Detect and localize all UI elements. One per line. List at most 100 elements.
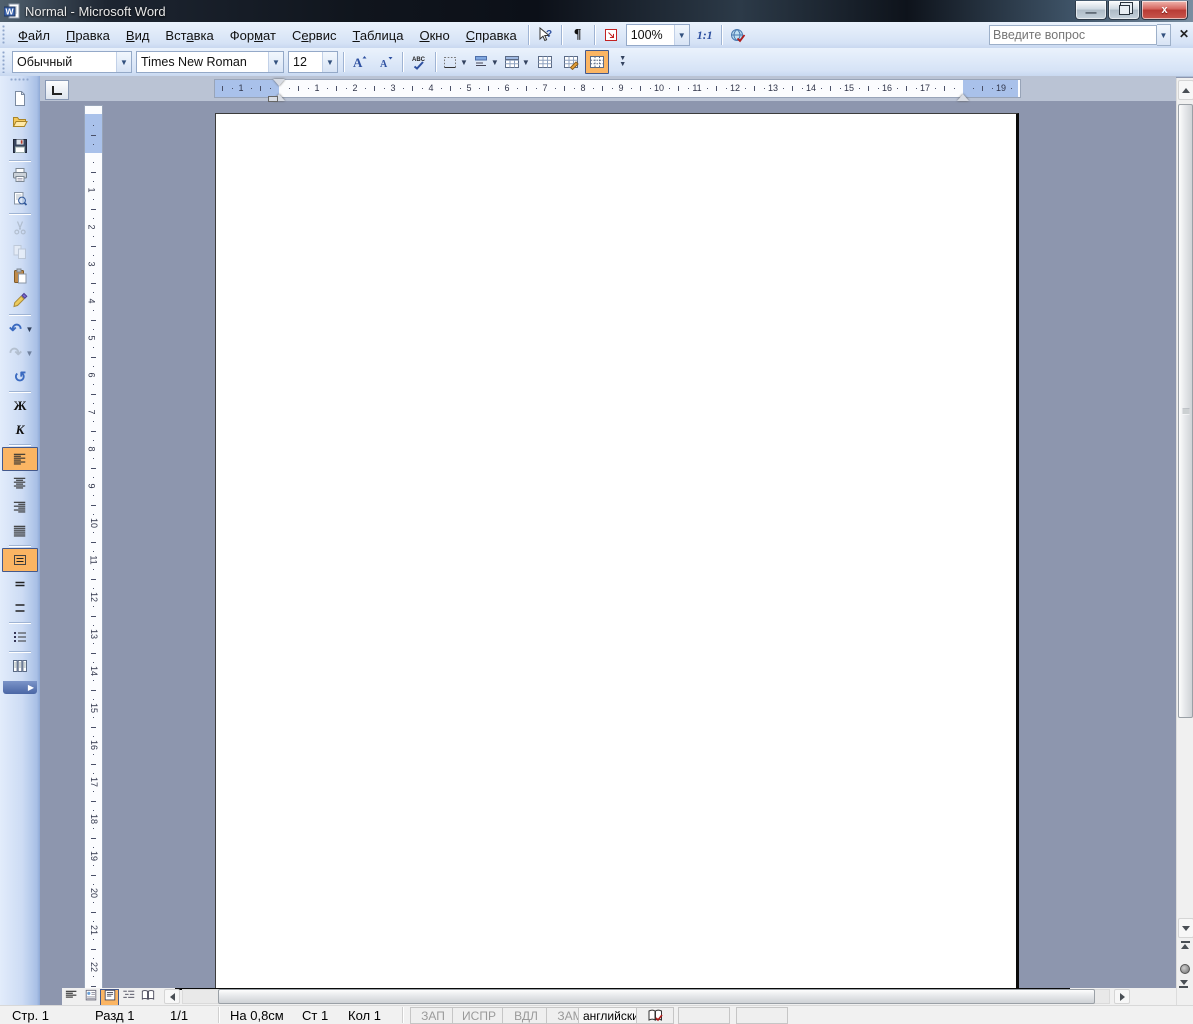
toolbar-options-button[interactable]: ▼▼ — [611, 50, 635, 74]
undo-button[interactable]: ↶▼ — [2, 317, 38, 341]
dropdown-caret-icon[interactable]: ▼ — [491, 58, 499, 67]
bold-button[interactable]: Ж — [2, 394, 38, 418]
font-dropdown-icon[interactable]: ▼ — [268, 52, 283, 72]
menu-вставка[interactable]: Вставка — [157, 25, 221, 46]
select-browse-object-button[interactable] — [1180, 964, 1190, 974]
vertical-scroll-thumb[interactable] — [1178, 104, 1193, 718]
vertical-scrollbar[interactable] — [1176, 78, 1193, 1005]
bullets-button[interactable] — [2, 625, 38, 649]
align-right-button[interactable] — [2, 495, 38, 519]
ruler-tick — [982, 86, 983, 91]
spelling-status-button[interactable] — [636, 1007, 674, 1024]
style-dropdown-icon[interactable]: ▼ — [116, 52, 131, 72]
scale-1-1-button[interactable]: 1:1 — [693, 23, 717, 47]
print-button[interactable] — [2, 163, 38, 187]
columns-button[interactable] — [2, 654, 38, 678]
borders-button[interactable]: ▼ — [440, 50, 469, 74]
dropdown-caret-icon[interactable]: ▼ — [522, 58, 530, 67]
horizontal-scroll-thumb[interactable] — [218, 989, 1095, 1004]
status-toggle-зап[interactable]: ЗАП — [410, 1007, 456, 1024]
horizontal-ruler[interactable]: 1234567891011121314151617119 — [214, 79, 1021, 98]
view-normal-button[interactable] — [62, 989, 81, 1006]
status-toggle-испр[interactable]: ИСПР — [452, 1007, 506, 1024]
vertical-ruler[interactable]: 12345678910111213141516171819202122 — [84, 105, 103, 988]
menu-close-icon[interactable]: ✕ — [1179, 27, 1189, 41]
menu-сервис[interactable]: Сервис — [284, 25, 345, 46]
align-center-button[interactable] — [2, 471, 38, 495]
help-select-button[interactable]: ? — [533, 23, 557, 47]
align-left-button[interactable] — [2, 447, 38, 471]
insert-table-button[interactable]: ▼ — [502, 50, 531, 74]
show-gridlines-button[interactable] — [585, 50, 609, 74]
dropdown-caret-icon[interactable]: ▼ — [26, 325, 34, 334]
restore-button[interactable] — [1108, 1, 1140, 20]
minimize-button[interactable]: — — [1075, 1, 1107, 20]
scroll-right-button[interactable] — [1114, 989, 1130, 1004]
dropdown-caret-icon[interactable]: ▼ — [26, 349, 34, 358]
dropdown-caret-icon[interactable]: ▼ — [460, 58, 468, 67]
frame-red-button[interactable] — [599, 23, 623, 47]
toolbar-grip[interactable] — [2, 25, 7, 46]
scroll-down-button[interactable] — [1178, 918, 1193, 938]
format-painter-button[interactable] — [2, 288, 38, 312]
browse-next-button[interactable] — [1179, 980, 1188, 989]
zoom-dropdown-icon[interactable]: ▼ — [674, 25, 689, 45]
scroll-left-button[interactable] — [164, 989, 180, 1004]
menu-вид[interactable]: Вид — [118, 25, 158, 46]
ruler-tick — [93, 847, 94, 848]
view-print-button[interactable] — [100, 989, 119, 1006]
title-bar[interactable]: W Normal - Microsoft Word — x — [0, 0, 1193, 22]
italic-button[interactable]: К — [2, 418, 38, 442]
repeat-button[interactable]: ↺ — [2, 365, 38, 389]
open-button[interactable] — [2, 110, 38, 134]
ruler-number: 6 — [87, 372, 97, 377]
menu-окно[interactable]: Окно — [411, 25, 457, 46]
menu-справка[interactable]: Справка — [458, 25, 525, 46]
browse-previous-button[interactable] — [1179, 940, 1191, 949]
line-spacing-button[interactable] — [2, 548, 38, 572]
toolbar-grip[interactable] — [10, 78, 30, 84]
question-dropdown-icon[interactable]: ▼ — [1157, 24, 1171, 46]
pilcrow-button[interactable]: ¶ — [566, 23, 590, 47]
font-size-combo[interactable]: 12 ▼ — [288, 51, 338, 73]
document-page[interactable] — [215, 113, 1019, 988]
menu-формат[interactable]: Формат — [222, 25, 284, 46]
spacing-single-button[interactable] — [2, 572, 38, 596]
view-reading-button[interactable] — [138, 989, 157, 1006]
toolbar-overflow-button[interactable]: ▶ — [3, 681, 37, 694]
spacing-double-button[interactable] — [2, 596, 38, 620]
scroll-up-button[interactable] — [1178, 80, 1193, 100]
paste-button[interactable] — [2, 264, 38, 288]
grow-font-button[interactable]: A — [348, 50, 372, 74]
question-input[interactable] — [989, 25, 1157, 45]
globe-check-button[interactable] — [726, 23, 750, 47]
zoom-combo[interactable]: 100% ▼ — [626, 24, 690, 46]
font-size-dropdown-icon[interactable]: ▼ — [322, 52, 337, 72]
left-indent-marker[interactable] — [268, 96, 278, 102]
draw-table-button[interactable] — [559, 50, 583, 74]
status-toggle-вдл[interactable]: ВДЛ — [502, 1007, 550, 1024]
ruler-tick — [93, 699, 94, 700]
shrink-font-button[interactable]: A — [374, 50, 398, 74]
font-combo[interactable]: Times New Roman ▼ — [136, 51, 284, 73]
menu-таблица[interactable]: Таблица — [344, 25, 411, 46]
table-grid-button[interactable] — [533, 50, 557, 74]
style-combo[interactable]: Обычный ▼ — [12, 51, 132, 73]
close-button[interactable]: x — [1141, 1, 1188, 20]
toolbar-grip[interactable] — [2, 51, 7, 73]
right-indent-marker[interactable] — [957, 88, 969, 101]
menu-файл[interactable]: Файл — [10, 25, 58, 46]
spelling-button[interactable]: ABC — [407, 50, 431, 74]
new-document-button[interactable] — [2, 86, 38, 110]
ruler-tick — [93, 569, 94, 570]
tab-selector-button[interactable] — [45, 80, 69, 100]
view-outline-button[interactable] — [119, 989, 138, 1006]
font-value: Times New Roman — [137, 55, 268, 69]
justify-button[interactable] — [2, 519, 38, 543]
menu-правка[interactable]: Правка — [58, 25, 118, 46]
view-web-button[interactable] — [81, 989, 100, 1006]
border-panel-button[interactable]: ▼ — [471, 50, 500, 74]
save-button[interactable] — [2, 134, 38, 158]
ruler-tick — [91, 542, 96, 543]
print-preview-button[interactable] — [2, 187, 38, 211]
